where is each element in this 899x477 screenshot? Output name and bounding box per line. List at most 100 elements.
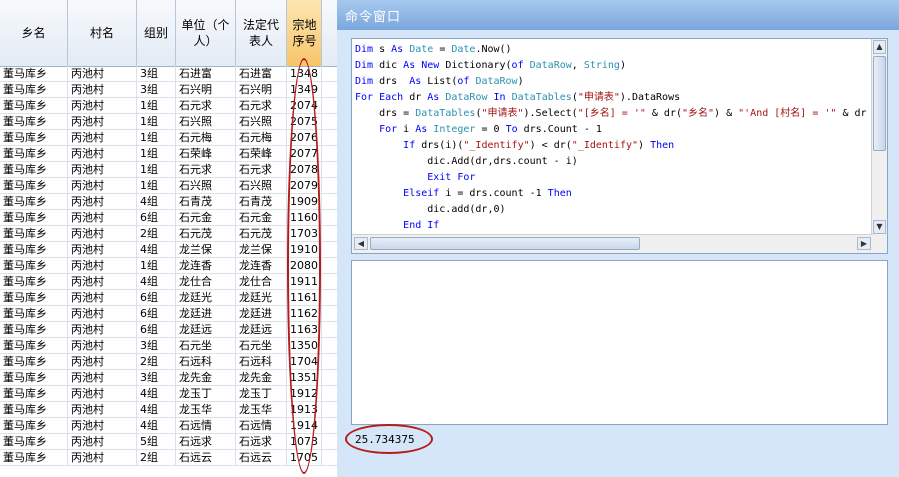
cell-unit[interactable]: 石兴照 xyxy=(176,114,236,129)
cell-group[interactable]: 4组 xyxy=(137,418,176,433)
cell-parcel-no[interactable]: 2076 xyxy=(287,130,322,145)
cell-parcel-no[interactable]: 1914 xyxy=(287,418,322,433)
table-row[interactable]: 董马库乡 丙池村 4组 石青茂 石青茂 1909 xyxy=(0,194,337,210)
table-row[interactable]: 董马库乡 丙池村 6组 龙廷光 龙廷光 1161 xyxy=(0,290,337,306)
table-row[interactable]: 董马库乡 丙池村 3组 石进富 石进富 1348 xyxy=(0,66,337,82)
cell-parcel-no[interactable]: 1913 xyxy=(287,402,322,417)
cell-group[interactable]: 4组 xyxy=(137,242,176,257)
column-header-village[interactable]: 村名 xyxy=(68,0,137,66)
table-row[interactable]: 董马库乡 丙池村 1组 石兴照 石兴照 2075 xyxy=(0,114,337,130)
cell-parcel-no[interactable]: 1163 xyxy=(287,322,322,337)
cell-group[interactable]: 1组 xyxy=(137,146,176,161)
cell-village[interactable]: 丙池村 xyxy=(68,194,137,209)
cell-parcel-no[interactable]: 2074 xyxy=(287,98,322,113)
cell-unit[interactable]: 石元求 xyxy=(176,98,236,113)
cell-legal-rep[interactable]: 龙兰保 xyxy=(236,242,287,257)
cell-parcel-no[interactable]: 1162 xyxy=(287,306,322,321)
cell-village[interactable]: 丙池村 xyxy=(68,98,137,113)
cell-township[interactable]: 董马库乡 xyxy=(0,98,68,113)
cell-group[interactable]: 1组 xyxy=(137,178,176,193)
cell-unit[interactable]: 石远云 xyxy=(176,450,236,465)
cell-legal-rep[interactable]: 龙玉华 xyxy=(236,402,287,417)
cell-group[interactable]: 3组 xyxy=(137,66,176,81)
cell-village[interactable]: 丙池村 xyxy=(68,434,137,449)
horizontal-scrollbar[interactable]: ◀ ▶ xyxy=(352,234,873,253)
cell-village[interactable]: 丙池村 xyxy=(68,386,137,401)
cell-group[interactable]: 5组 xyxy=(137,434,176,449)
cell-legal-rep[interactable]: 龙玉丁 xyxy=(236,386,287,401)
title-bar[interactable]: 命令窗口 xyxy=(337,0,899,30)
cell-village[interactable]: 丙池村 xyxy=(68,450,137,465)
cell-group[interactable]: 1组 xyxy=(137,162,176,177)
cell-village[interactable]: 丙池村 xyxy=(68,402,137,417)
cell-unit[interactable]: 石兴明 xyxy=(176,82,236,97)
cell-parcel-no[interactable]: 1703 xyxy=(287,226,322,241)
cell-parcel-no[interactable]: 1912 xyxy=(287,386,322,401)
cell-group[interactable]: 6组 xyxy=(137,322,176,337)
cell-legal-rep[interactable]: 龙廷进 xyxy=(236,306,287,321)
cell-village[interactable]: 丙池村 xyxy=(68,338,137,353)
cell-township[interactable]: 董马库乡 xyxy=(0,194,68,209)
cell-parcel-no[interactable]: 1910 xyxy=(287,242,322,257)
cell-unit[interactable]: 龙先金 xyxy=(176,370,236,385)
cell-group[interactable]: 2组 xyxy=(137,226,176,241)
cell-village[interactable]: 丙池村 xyxy=(68,290,137,305)
cell-parcel-no[interactable]: 1161 xyxy=(287,290,322,305)
cell-legal-rep[interactable]: 石兴照 xyxy=(236,114,287,129)
cell-township[interactable]: 董马库乡 xyxy=(0,274,68,289)
cell-legal-rep[interactable]: 龙连香 xyxy=(236,258,287,273)
cell-parcel-no[interactable]: 1160 xyxy=(287,210,322,225)
cell-village[interactable]: 丙池村 xyxy=(68,370,137,385)
cell-township[interactable]: 董马库乡 xyxy=(0,114,68,129)
cell-parcel-no[interactable]: 2078 xyxy=(287,162,322,177)
cell-village[interactable]: 丙池村 xyxy=(68,162,137,177)
cell-legal-rep[interactable]: 石青茂 xyxy=(236,194,287,209)
column-header-parcel-no[interactable]: 宗地序号 xyxy=(287,0,322,66)
cell-township[interactable]: 董马库乡 xyxy=(0,162,68,177)
cell-village[interactable]: 丙池村 xyxy=(68,322,137,337)
cell-unit[interactable]: 石元金 xyxy=(176,210,236,225)
cell-unit[interactable]: 石兴照 xyxy=(176,178,236,193)
cell-legal-rep[interactable]: 石荣峰 xyxy=(236,146,287,161)
table-row[interactable]: 董马库乡 丙池村 1组 石兴照 石兴照 2079 xyxy=(0,178,337,194)
cell-legal-rep[interactable]: 石元坐 xyxy=(236,338,287,353)
table-row[interactable]: 董马库乡 丙池村 1组 石荣峰 石荣峰 2077 xyxy=(0,146,337,162)
cell-unit[interactable]: 龙仕合 xyxy=(176,274,236,289)
cell-group[interactable]: 1组 xyxy=(137,258,176,273)
cell-township[interactable]: 董马库乡 xyxy=(0,450,68,465)
cell-group[interactable]: 6组 xyxy=(137,306,176,321)
cell-parcel-no[interactable]: 1073 xyxy=(287,434,322,449)
cell-village[interactable]: 丙池村 xyxy=(68,306,137,321)
cell-group[interactable]: 4组 xyxy=(137,274,176,289)
cell-township[interactable]: 董马库乡 xyxy=(0,370,68,385)
cell-unit[interactable]: 石元茂 xyxy=(176,226,236,241)
cell-group[interactable]: 6组 xyxy=(137,210,176,225)
cell-township[interactable]: 董马库乡 xyxy=(0,418,68,433)
cell-township[interactable]: 董马库乡 xyxy=(0,178,68,193)
cell-parcel-no[interactable]: 1705 xyxy=(287,450,322,465)
cell-village[interactable]: 丙池村 xyxy=(68,242,137,257)
cell-parcel-no[interactable]: 1351 xyxy=(287,370,322,385)
cell-legal-rep[interactable]: 石元求 xyxy=(236,162,287,177)
cell-village[interactable]: 丙池村 xyxy=(68,354,137,369)
table-row[interactable]: 董马库乡 丙池村 4组 龙仕合 龙仕合 1911 xyxy=(0,274,337,290)
cell-legal-rep[interactable]: 石远情 xyxy=(236,418,287,433)
table-row[interactable]: 董马库乡 丙池村 5组 石远求 石远求 1073 xyxy=(0,434,337,450)
cell-village[interactable]: 丙池村 xyxy=(68,418,137,433)
column-header-township[interactable]: 乡名 xyxy=(0,0,68,66)
cell-township[interactable]: 董马库乡 xyxy=(0,242,68,257)
cell-township[interactable]: 董马库乡 xyxy=(0,354,68,369)
cell-unit[interactable]: 石远求 xyxy=(176,434,236,449)
cell-unit[interactable]: 石荣峰 xyxy=(176,146,236,161)
cell-group[interactable]: 2组 xyxy=(137,354,176,369)
cell-village[interactable]: 丙池村 xyxy=(68,226,137,241)
cell-group[interactable]: 3组 xyxy=(137,338,176,353)
cell-parcel-no[interactable]: 1909 xyxy=(287,194,322,209)
cell-legal-rep[interactable]: 龙先金 xyxy=(236,370,287,385)
cell-village[interactable]: 丙池村 xyxy=(68,210,137,225)
cell-village[interactable]: 丙池村 xyxy=(68,82,137,97)
table-row[interactable]: 董马库乡 丙池村 1组 石元求 石元求 2078 xyxy=(0,162,337,178)
cell-township[interactable]: 董马库乡 xyxy=(0,130,68,145)
cell-parcel-no[interactable]: 1350 xyxy=(287,338,322,353)
cell-unit[interactable]: 龙廷远 xyxy=(176,322,236,337)
